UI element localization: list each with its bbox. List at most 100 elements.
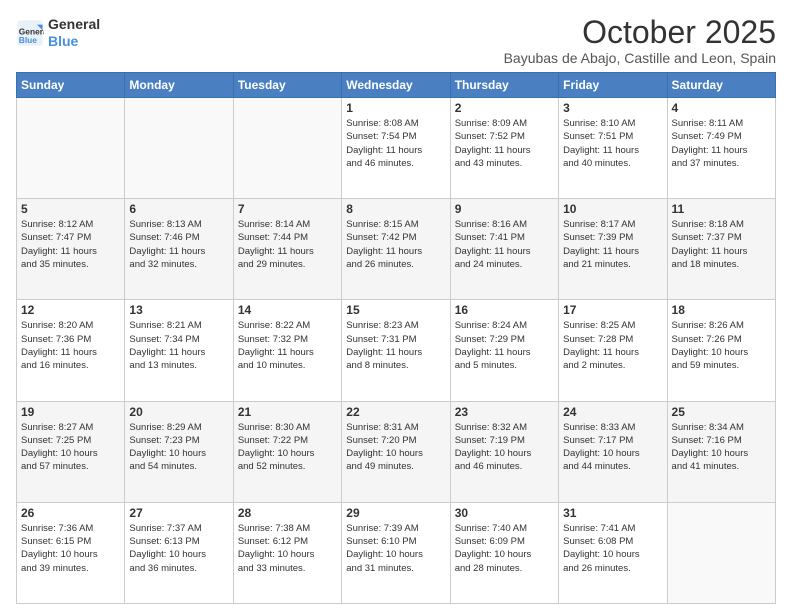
day-number: 22 <box>346 405 445 419</box>
title-section: October 2025 Bayubas de Abajo, Castille … <box>504 16 776 66</box>
calendar-header-tuesday: Tuesday <box>233 73 341 98</box>
day-info: Sunrise: 8:33 AM Sunset: 7:17 PM Dayligh… <box>563 421 662 474</box>
day-info: Sunrise: 8:29 AM Sunset: 7:23 PM Dayligh… <box>129 421 228 474</box>
day-info: Sunrise: 8:30 AM Sunset: 7:22 PM Dayligh… <box>238 421 337 474</box>
calendar-cell-w1d2: 7 Sunrise: 8:14 AM Sunset: 7:44 PM Daylig… <box>233 199 341 300</box>
logo-line2: Blue <box>48 33 100 50</box>
calendar-cell-w1d3: 8 Sunrise: 8:15 AM Sunset: 7:42 PM Daylig… <box>342 199 450 300</box>
calendar-cell-w0d4: 2 Sunrise: 8:09 AM Sunset: 7:52 PM Daylig… <box>450 98 558 199</box>
day-number: 31 <box>563 506 662 520</box>
day-number: 12 <box>21 303 120 317</box>
calendar-cell-w1d6: 11 Sunrise: 8:18 AM Sunset: 7:37 PM Dayli… <box>667 199 775 300</box>
day-number: 7 <box>238 202 337 216</box>
day-info: Sunrise: 8:08 AM Sunset: 7:54 PM Dayligh… <box>346 117 445 170</box>
calendar-cell-w1d0: 5 Sunrise: 8:12 AM Sunset: 7:47 PM Daylig… <box>17 199 125 300</box>
calendar-cell-w3d0: 19Sunrise: 8:27 AM Sunset: 7:25 PM Dayli… <box>17 401 125 502</box>
calendar-cell-w0d5: 3 Sunrise: 8:10 AM Sunset: 7:51 PM Daylig… <box>559 98 667 199</box>
calendar-cell-w2d1: 13 Sunrise: 8:21 AM Sunset: 7:34 PM Dayli… <box>125 300 233 401</box>
day-info: Sunrise: 8:27 AM Sunset: 7:25 PM Dayligh… <box>21 421 120 474</box>
day-number: 16 <box>455 303 554 317</box>
day-number: 3 <box>563 101 662 115</box>
calendar-cell-w2d5: 17 Sunrise: 8:25 AM Sunset: 7:28 PM Dayli… <box>559 300 667 401</box>
calendar-cell-w1d1: 6 Sunrise: 8:13 AM Sunset: 7:46 PM Daylig… <box>125 199 233 300</box>
day-number: 13 <box>129 303 228 317</box>
day-number: 18 <box>672 303 771 317</box>
day-number: 8 <box>346 202 445 216</box>
calendar-cell-w1d5: 10 Sunrise: 8:17 AM Sunset: 7:39 PM Dayli… <box>559 199 667 300</box>
day-number: 21 <box>238 405 337 419</box>
day-info: Sunrise: 8:18 AM Sunset: 7:37 PM Dayligh… <box>672 218 771 271</box>
day-info: Sunrise: 8:26 AM Sunset: 7:26 PM Dayligh… <box>672 319 771 372</box>
calendar-cell-w3d1: 20 Sunrise: 8:29 AM Sunset: 7:23 PM Dayli… <box>125 401 233 502</box>
day-number: 1 <box>346 101 445 115</box>
day-number: 10 <box>563 202 662 216</box>
day-info: Sunrise: 8:12 AM Sunset: 7:47 PM Dayligh… <box>21 218 120 271</box>
day-info: Sunrise: 8:21 AM Sunset: 7:34 PM Dayligh… <box>129 319 228 372</box>
day-number: 29 <box>346 506 445 520</box>
calendar-header-monday: Monday <box>125 73 233 98</box>
calendar-cell-w4d5: 31Sunrise: 7:41 AM Sunset: 6:08 PM Dayli… <box>559 502 667 603</box>
day-number: 6 <box>129 202 228 216</box>
calendar-cell-w4d1: 27 Sunrise: 7:37 AM Sunset: 6:13 PM Dayli… <box>125 502 233 603</box>
calendar-cell-w3d6: 25Sunrise: 8:34 AM Sunset: 7:16 PM Dayli… <box>667 401 775 502</box>
calendar: SundayMondayTuesdayWednesdayThursdayFrid… <box>16 72 776 604</box>
day-number: 24 <box>563 405 662 419</box>
calendar-cell-w3d2: 21 Sunrise: 8:30 AM Sunset: 7:22 PM Dayli… <box>233 401 341 502</box>
calendar-cell-w2d2: 14 Sunrise: 8:22 AM Sunset: 7:32 PM Dayli… <box>233 300 341 401</box>
day-info: Sunrise: 8:16 AM Sunset: 7:41 PM Dayligh… <box>455 218 554 271</box>
calendar-cell-w0d0 <box>17 98 125 199</box>
day-info: Sunrise: 8:20 AM Sunset: 7:36 PM Dayligh… <box>21 319 120 372</box>
day-number: 20 <box>129 405 228 419</box>
day-info: Sunrise: 8:23 AM Sunset: 7:31 PM Dayligh… <box>346 319 445 372</box>
day-info: Sunrise: 8:17 AM Sunset: 7:39 PM Dayligh… <box>563 218 662 271</box>
calendar-week-3: 19Sunrise: 8:27 AM Sunset: 7:25 PM Dayli… <box>17 401 776 502</box>
day-number: 11 <box>672 202 771 216</box>
day-number: 4 <box>672 101 771 115</box>
calendar-cell-w4d0: 26Sunrise: 7:36 AM Sunset: 6:15 PM Dayli… <box>17 502 125 603</box>
calendar-cell-w4d4: 30 Sunrise: 7:40 AM Sunset: 6:09 PM Dayli… <box>450 502 558 603</box>
day-number: 5 <box>21 202 120 216</box>
month-title: October 2025 <box>504 16 776 48</box>
day-number: 9 <box>455 202 554 216</box>
calendar-header-sunday: Sunday <box>17 73 125 98</box>
calendar-cell-w4d2: 28Sunrise: 7:38 AM Sunset: 6:12 PM Dayli… <box>233 502 341 603</box>
calendar-cell-w3d4: 23 Sunrise: 8:32 AM Sunset: 7:19 PM Dayli… <box>450 401 558 502</box>
day-info: Sunrise: 8:13 AM Sunset: 7:46 PM Dayligh… <box>129 218 228 271</box>
calendar-cell-w0d1 <box>125 98 233 199</box>
calendar-cell-w4d6 <box>667 502 775 603</box>
day-info: Sunrise: 8:10 AM Sunset: 7:51 PM Dayligh… <box>563 117 662 170</box>
day-number: 2 <box>455 101 554 115</box>
logo-line1: General <box>48 16 100 33</box>
calendar-cell-w0d6: 4Sunrise: 8:11 AM Sunset: 7:49 PM Daylig… <box>667 98 775 199</box>
page: General Blue General Blue October 2025 B… <box>0 0 792 612</box>
day-info: Sunrise: 7:37 AM Sunset: 6:13 PM Dayligh… <box>129 522 228 575</box>
day-info: Sunrise: 8:24 AM Sunset: 7:29 PM Dayligh… <box>455 319 554 372</box>
day-info: Sunrise: 8:32 AM Sunset: 7:19 PM Dayligh… <box>455 421 554 474</box>
day-info: Sunrise: 8:14 AM Sunset: 7:44 PM Dayligh… <box>238 218 337 271</box>
day-info: Sunrise: 8:31 AM Sunset: 7:20 PM Dayligh… <box>346 421 445 474</box>
day-info: Sunrise: 7:40 AM Sunset: 6:09 PM Dayligh… <box>455 522 554 575</box>
day-info: Sunrise: 8:09 AM Sunset: 7:52 PM Dayligh… <box>455 117 554 170</box>
day-info: Sunrise: 8:15 AM Sunset: 7:42 PM Dayligh… <box>346 218 445 271</box>
day-number: 28 <box>238 506 337 520</box>
calendar-cell-w1d4: 9 Sunrise: 8:16 AM Sunset: 7:41 PM Daylig… <box>450 199 558 300</box>
day-number: 30 <box>455 506 554 520</box>
day-number: 15 <box>346 303 445 317</box>
day-number: 26 <box>21 506 120 520</box>
day-number: 27 <box>129 506 228 520</box>
calendar-cell-w0d2 <box>233 98 341 199</box>
calendar-cell-w2d3: 15 Sunrise: 8:23 AM Sunset: 7:31 PM Dayli… <box>342 300 450 401</box>
calendar-header-row: SundayMondayTuesdayWednesdayThursdayFrid… <box>17 73 776 98</box>
calendar-cell-w4d3: 29Sunrise: 7:39 AM Sunset: 6:10 PM Dayli… <box>342 502 450 603</box>
calendar-cell-w2d6: 18 Sunrise: 8:26 AM Sunset: 7:26 PM Dayli… <box>667 300 775 401</box>
day-number: 23 <box>455 405 554 419</box>
calendar-cell-w2d4: 16 Sunrise: 8:24 AM Sunset: 7:29 PM Dayli… <box>450 300 558 401</box>
day-info: Sunrise: 8:25 AM Sunset: 7:28 PM Dayligh… <box>563 319 662 372</box>
day-number: 17 <box>563 303 662 317</box>
calendar-header-wednesday: Wednesday <box>342 73 450 98</box>
day-info: Sunrise: 8:22 AM Sunset: 7:32 PM Dayligh… <box>238 319 337 372</box>
calendar-cell-w3d3: 22 Sunrise: 8:31 AM Sunset: 7:20 PM Dayli… <box>342 401 450 502</box>
day-number: 14 <box>238 303 337 317</box>
day-info: Sunrise: 8:34 AM Sunset: 7:16 PM Dayligh… <box>672 421 771 474</box>
logo-icon: General Blue <box>16 19 44 47</box>
